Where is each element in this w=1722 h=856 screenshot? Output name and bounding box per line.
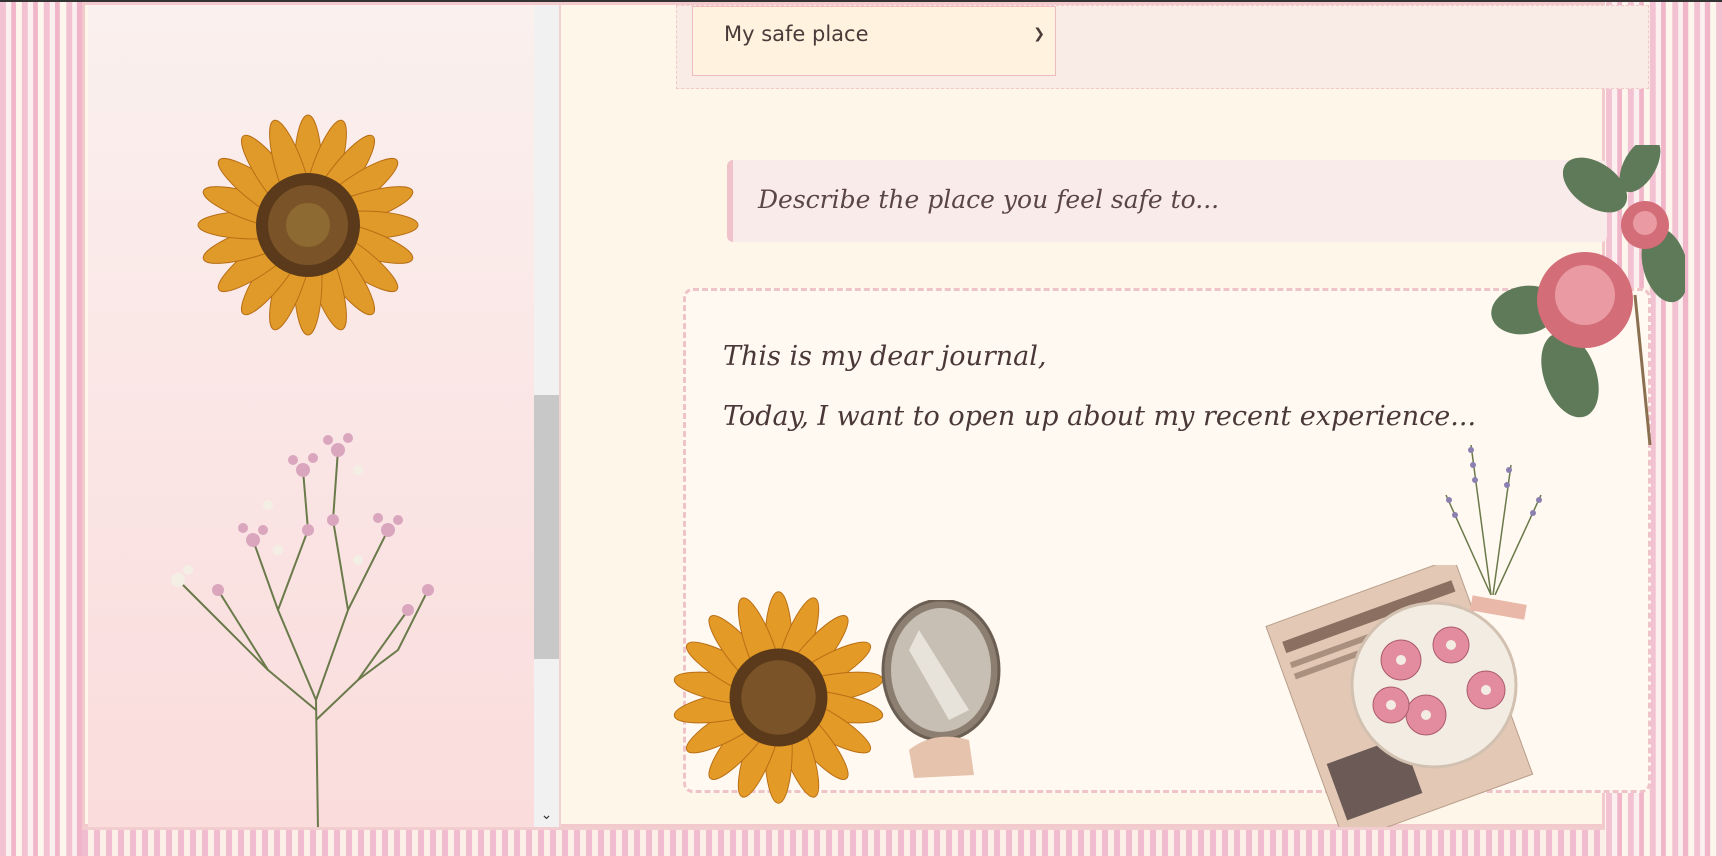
sidebar-scrollbar[interactable]: ⌄ (534, 5, 561, 827)
safe-place-select-value: My safe place (724, 22, 869, 46)
chevron-down-icon: ❯ (1033, 26, 1045, 42)
prompt-box: Describe the place you feel safe to... (727, 160, 1607, 242)
sunflower-image (673, 591, 884, 804)
scroll-down-arrow-icon[interactable]: ⌄ (534, 805, 559, 825)
journal-line: This is my dear journal, (723, 341, 1047, 372)
camellia-flower-image (1491, 145, 1685, 445)
scrollbar-thumb[interactable] (534, 395, 559, 659)
newspaper-donut-plate-image (1265, 565, 1534, 827)
journal-main: My safe place ❯ Describe the place you f… (561, 5, 1685, 827)
journal-page-frame: ⌄ My safe place ❯ Describe the place you… (82, 2, 1685, 827)
decor-sidebar (88, 5, 534, 827)
prompt-text: Describe the place you feel safe to... (758, 185, 1220, 214)
select-panel: My safe place ❯ (676, 5, 1649, 89)
sunflower-image (197, 114, 419, 336)
babys-breath-flower-image (171, 433, 434, 827)
journal-line: Today, I want to open up about my recent… (723, 401, 1477, 432)
safe-place-select[interactable]: My safe place ❯ (692, 6, 1056, 76)
hand-mirror-image (881, 600, 1001, 778)
bottom-stripe-border (82, 827, 1605, 856)
